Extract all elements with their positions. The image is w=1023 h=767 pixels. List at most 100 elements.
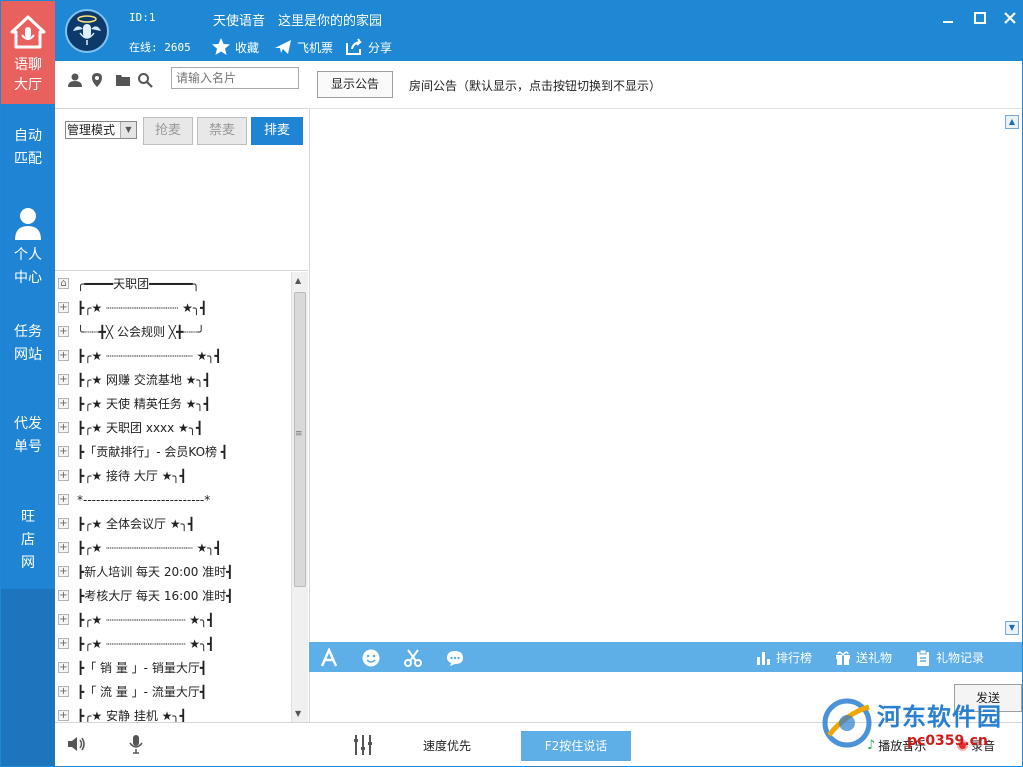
leaderboard-button[interactable]: 排行榜 [755,649,812,666]
user-icon[interactable] [67,72,83,88]
location-icon[interactable] [89,72,105,88]
push-to-talk-button[interactable]: F2按住说话 [521,731,631,761]
sidebar-item-personal-center[interactable]: 个人 中心 [1,206,55,290]
sidebar-label: 任务 [14,324,42,340]
channel-tree-row[interactable]: + ┣╭★ 天职团 xxxx ★╮┫ [55,416,291,440]
channel-tree-row[interactable]: + ┣「 流 量 」- 流量大厅┫ [55,680,291,704]
speaker-icon[interactable] [67,735,87,753]
scroll-up-icon[interactable]: ▲ [295,276,301,285]
channel-tree-row[interactable]: + ┣╭★ 安静 挂机 ★╮┫ [55,704,291,722]
channel-tree-row[interactable]: + ┣╭★ 天使 精英任务 ★╮┫ [55,392,291,416]
expand-icon[interactable]: + [58,638,69,649]
channel-name: ┣╭★ 天职团 xxxx ★╮┫ [77,421,204,435]
speed-priority-option[interactable]: 速度优先 [423,737,471,754]
expand-icon[interactable]: + [58,662,69,673]
minimize-button[interactable] [939,9,957,27]
notice-bar: 显示公告 房间公告（默认显示，点击按钮切换到不显示） [309,61,1022,109]
send-gift-button[interactable]: 送礼物 [835,649,892,666]
sidebar-label: 中心 [14,270,42,286]
channel-tree-row[interactable]: + ┣╭★ ┈┈┈┈┈┈┈┈┈┈┈┈ ★╮┫ [55,344,291,368]
expand-icon[interactable]: + [58,422,69,433]
expand-icon[interactable]: + [58,590,69,601]
name-card-search-input[interactable] [171,67,299,89]
expand-icon[interactable]: + [58,518,69,529]
expand-icon[interactable]: + [58,398,69,409]
maximize-button[interactable] [971,9,989,27]
expand-icon[interactable]: + [58,374,69,385]
chat-bubble-icon[interactable] [445,648,465,668]
expand-icon[interactable]: + [58,470,69,481]
expand-icon[interactable]: + [58,350,69,361]
sidebar-item-task-site[interactable]: 任务 网站 [1,321,55,367]
channel-tree-row[interactable]: + ┣╭★ ┈┈┈┈┈┈┈┈┈┈┈ ★╮┫ [55,632,291,656]
scissors-icon[interactable] [403,648,423,668]
room-id: ID:1 [129,11,156,24]
channel-tree-row[interactable]: + ╰┈┈╋╳ 公会规则 ╳╋┈┈╯ [55,320,291,344]
channel-tree-row[interactable]: + ┣╭★ 接待 大厅 ★╮┫ [55,464,291,488]
home-icon[interactable]: ⌂ [58,278,69,289]
chat-message-area[interactable]: ▲ ▼ [309,109,1022,641]
close-button[interactable] [1001,9,1019,27]
channel-tree-row[interactable]: + ┣考核大厅 每天 16:00 准时┫ [55,584,291,608]
channel-tree-row[interactable]: + ┣╭★ 全体会议厅 ★╮┫ [55,512,291,536]
show-notice-button[interactable]: 显示公告 [317,71,393,98]
expand-icon[interactable]: + [58,614,69,625]
bottom-bar: 速度优先 F2按住说话 ♪ 播放音乐 录音 [55,722,1022,766]
grab-mic-button[interactable]: 抢麦 [143,117,193,145]
folder-icon[interactable] [115,72,131,88]
play-music-button[interactable]: ♪ 播放音乐 [867,737,926,754]
channel-tree-row[interactable]: + ┣╭★ ┈┈┈┈┈┈┈┈┈┈┈ ★╮┫ [55,608,291,632]
expand-icon[interactable]: + [58,302,69,313]
channel-tree-row[interactable]: ⌂ ╭━━━━天职团━━━━━━╮ [55,272,291,296]
chat-scroll-up-icon[interactable]: ▲ [1005,115,1019,129]
channel-tree-row[interactable]: + *----------------------------* [55,488,291,512]
channel-name: ┣╭★ 接待 大厅 ★╮┫ [77,469,187,483]
queue-mic-button[interactable]: 排麦 [251,117,303,145]
sidebar-footer [1,589,55,766]
sidebar-item-shop[interactable]: 旺 店 网 [1,506,55,575]
search-icon[interactable] [137,72,153,88]
expand-icon[interactable]: + [58,710,69,721]
expand-icon[interactable]: + [58,542,69,553]
sidebar-item-proxy-order[interactable]: 代发 单号 [1,413,55,459]
expand-icon[interactable]: + [58,446,69,457]
mode-select-value: 管理模式 [67,123,116,137]
expand-icon[interactable]: + [58,686,69,697]
emoji-icon[interactable] [361,648,381,668]
record-button[interactable]: 录音 [957,737,995,754]
gift-icon [836,651,850,665]
sidebar: 语聊 大厅 自动 匹配 个人 中心 任务 网站 代发 单号 旺 店 网 [1,1,55,766]
gift-record-button[interactable]: 礼物记录 [915,649,984,666]
sidebar-label: 单号 [14,439,42,455]
sidebar-label: 匹配 [14,151,42,167]
favorite-button[interactable]: 收藏 [211,37,259,57]
channel-name: ┣╭★ 网赚 交流基地 ★╮┫ [77,373,211,387]
channel-tree-row[interactable]: + ┣新人培训 每天 20:00 准时┫ [55,560,291,584]
channel-tree-row[interactable]: + ┣「贡献排行」- 会员KO榜 ┫ [55,440,291,464]
expand-icon[interactable]: + [58,494,69,505]
expand-icon[interactable]: + [58,326,69,337]
ban-mic-button[interactable]: 禁麦 [197,117,247,145]
send-button[interactable]: 发送 [954,684,1022,712]
channel-tree-row[interactable]: + ┣╭★ ┈┈┈┈┈┈┈┈┈┈ ★╮┫ [55,296,291,320]
microphone-icon[interactable] [129,734,143,754]
expand-icon[interactable]: + [58,566,69,577]
scroll-down-icon[interactable]: ▼ [295,709,301,718]
channel-tree-row[interactable]: + ┣╭★ ┈┈┈┈┈┈┈┈┈┈┈┈ ★╮┫ [55,536,291,560]
sidebar-item-match[interactable]: 自动 匹配 [1,125,55,171]
message-input-area[interactable]: 发送 [309,672,1022,722]
channel-name: ┣╭★ ┈┈┈┈┈┈┈┈┈┈┈ ★╮┫ [77,637,215,651]
sidebar-item-lobby[interactable]: 语聊 大厅 [1,1,55,104]
scrollbar-thumb[interactable] [294,292,306,587]
channel-tree-row[interactable]: + ┣「 销 量 」- 销量大厅┫ [55,656,291,680]
sidebar-label: 网 [21,555,35,571]
equalizer-icon[interactable] [353,733,373,757]
channel-tree-row[interactable]: + ┣╭★ 网赚 交流基地 ★╮┫ [55,368,291,392]
channel-tree-scrollbar[interactable]: ▲ ≡ ▼ [291,272,308,722]
font-icon[interactable] [319,648,339,668]
ticket-button[interactable]: 飞机票 [273,37,333,57]
channel-name: ┣╭★ 天使 精英任务 ★╮┫ [77,397,211,411]
share-button[interactable]: 分享 [344,37,392,57]
chat-scroll-down-icon[interactable]: ▼ [1005,621,1019,635]
mode-select[interactable]: 管理模式 ▼ [65,121,137,139]
